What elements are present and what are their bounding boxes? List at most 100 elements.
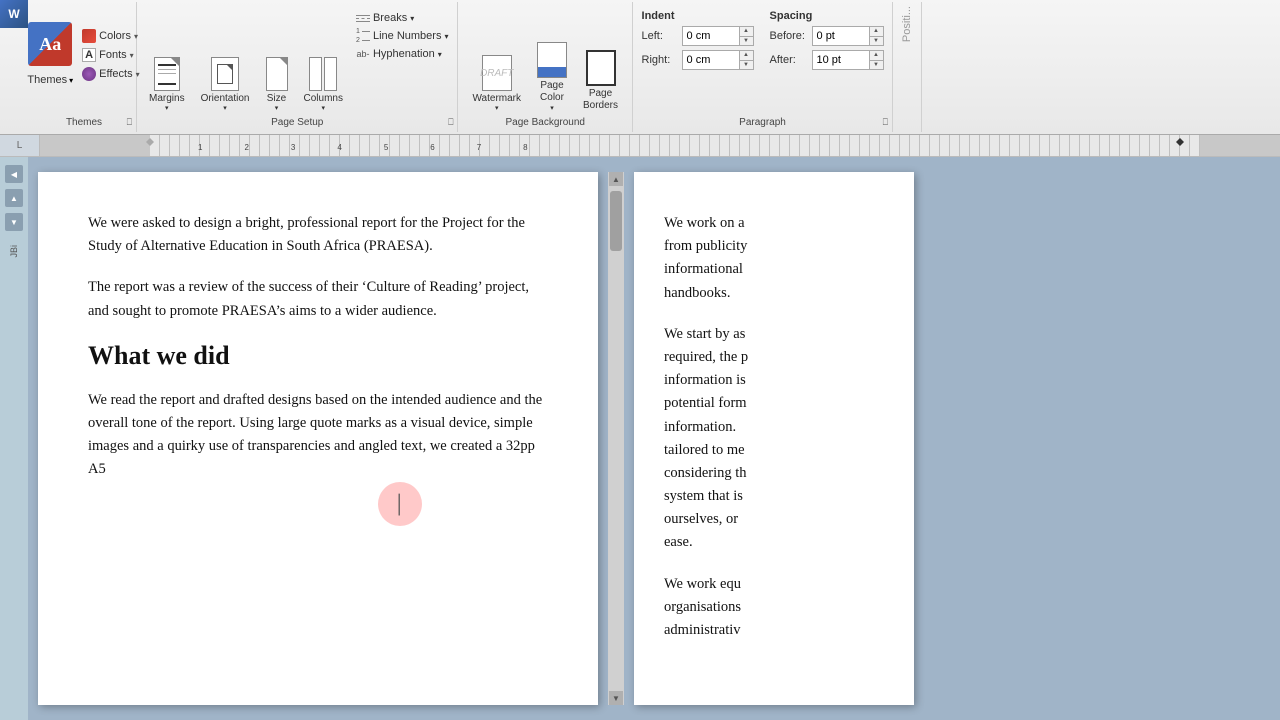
jbi-label: JBi [9, 245, 19, 258]
columns-icon [309, 57, 337, 91]
indent-right-up[interactable]: ▲ [740, 51, 753, 61]
sidebar-btn-2[interactable]: ▲ [5, 189, 23, 207]
scroll-track[interactable] [610, 186, 622, 691]
page-background-group: DRAFT Watermark ▾ PageColor ▾ PageBorder… [458, 2, 633, 132]
scroll-thumb[interactable] [610, 191, 622, 251]
line-numbers-icon: 1 2 [356, 29, 370, 43]
text-cursor-icon: │ [394, 494, 405, 515]
indent-left-down[interactable]: ▼ [740, 37, 753, 46]
para-3: We read the report and drafted designs b… [88, 389, 548, 482]
line-numbers-label: Line Numbers [373, 30, 441, 42]
hyphenation-button[interactable]: ab- Hyphenation ▾ [353, 46, 452, 62]
hyphenation-label: Hyphenation [373, 48, 435, 60]
ruler-bar: L 1 2 3 4 5 6 7 8 [0, 135, 1280, 157]
indent-left-up[interactable]: ▲ [740, 27, 753, 37]
document-container: We were asked to design a bright, profes… [28, 157, 1280, 720]
orientation-chevron: ▾ [223, 104, 227, 112]
page-color-icon [537, 42, 567, 78]
page2-para2: We start by as required, the p informati… [664, 323, 884, 555]
spacing-before-down[interactable]: ▼ [870, 37, 883, 46]
para-2: The report was a review of the success o… [88, 276, 548, 322]
position-label: Positi... [901, 6, 913, 42]
document-page-1[interactable]: We were asked to design a bright, profes… [38, 172, 598, 705]
themes-group-label: Themes [32, 117, 136, 128]
size-chevron: ▾ [275, 104, 279, 112]
page-setup-label: Page Setup [137, 117, 457, 128]
left-sidebar: ◀ ▲ ▼ JBi [0, 157, 28, 720]
cursor-indicator: │ [378, 482, 422, 526]
orientation-icon [211, 57, 239, 91]
fonts-label: Fonts [99, 49, 127, 61]
fonts-chevron: ▾ [130, 51, 134, 60]
indent-right-value: 0 cm [683, 54, 711, 66]
paragraph-group-label: Paragraph [633, 117, 892, 128]
colors-button[interactable]: Colors ▾ [79, 28, 142, 44]
themes-button[interactable]: Aa Themes ▾ [25, 20, 75, 88]
line-numbers-button[interactable]: 1 2 Line Numbers ▾ [353, 28, 452, 44]
page2-para3: We work equ organisations administrativ [664, 573, 884, 643]
line-numbers-chevron: ▾ [444, 32, 448, 41]
orientation-button[interactable]: Orientation ▾ [195, 55, 256, 114]
size-label: Size [267, 93, 286, 104]
breaks-icon [356, 11, 370, 25]
scroll-up-button[interactable]: ▲ [609, 172, 623, 186]
spacing-after-down[interactable]: ▼ [870, 61, 883, 70]
watermark-icon: DRAFT [482, 55, 512, 91]
spacing-before-value: 0 pt [813, 30, 835, 42]
position-group: Positi... [893, 2, 922, 132]
breaks-chevron: ▾ [410, 14, 414, 23]
spacing-before-label: Before: [770, 30, 808, 42]
watermark-label: Watermark [472, 93, 521, 104]
indent-right-label: Right: [642, 54, 678, 66]
page2-para1-line4: handbooks. [664, 285, 730, 301]
columns-button[interactable]: Columns ▾ [298, 55, 349, 114]
document-page-2[interactable]: We work on a from publicity informationa… [634, 172, 914, 705]
page2-para1: We work on a from publicity informationa… [664, 212, 884, 305]
page-background-group-label: Page Background [458, 117, 632, 128]
colors-icon [82, 29, 96, 43]
app-corner: W [0, 0, 28, 28]
para-1: We were asked to design a bright, profes… [88, 212, 548, 258]
themes-group: Aa Themes ▾ Colors ▾ A Fonts ▾ [32, 2, 137, 132]
margins-label: Margins [149, 93, 185, 104]
scroll-down-button[interactable]: ▼ [609, 691, 623, 705]
columns-chevron: ▾ [321, 104, 325, 112]
colors-label: Colors [99, 30, 131, 42]
fonts-icon: A [82, 48, 96, 62]
spacing-after-label: After: [770, 54, 808, 66]
page2-para1-line3: informational [664, 261, 743, 277]
page-setup-group: Margins ▾ Orientation ▾ Size ▾ [137, 2, 458, 132]
page-setup-expand-icon[interactable]: ⎕ [448, 117, 453, 128]
page2-para1-line2: from publicity [664, 238, 747, 254]
watermark-chevron: ▾ [495, 104, 499, 112]
main-area: ◀ ▲ ▼ JBi We were asked to design a brig… [0, 157, 1280, 720]
page-color-button[interactable]: PageColor ▾ [531, 40, 573, 114]
sidebar-btn-3[interactable]: ▼ [5, 213, 23, 231]
heading-1: What we did [88, 341, 548, 371]
sidebar-btn-1[interactable]: ◀ [5, 165, 23, 183]
spacing-before-up[interactable]: ▲ [870, 27, 883, 37]
watermark-button[interactable]: DRAFT Watermark ▾ [466, 53, 527, 114]
ruler-corner[interactable]: L [0, 135, 40, 157]
size-button[interactable]: Size ▾ [260, 55, 294, 114]
themes-label: Themes [27, 74, 67, 86]
page-borders-button[interactable]: PageBorders [577, 48, 624, 114]
breaks-button[interactable]: Breaks ▾ [353, 10, 452, 26]
app-corner-label: W [8, 7, 19, 21]
indent-right-down[interactable]: ▼ [740, 61, 753, 70]
spacing-label: Spacing [770, 10, 884, 22]
margins-chevron: ▾ [165, 104, 169, 112]
spacing-after-up[interactable]: ▲ [870, 51, 883, 61]
right-scrollbar[interactable]: ▲ ▼ [608, 172, 624, 705]
indent-left-value: 0 cm [683, 30, 711, 42]
columns-label: Columns [304, 93, 343, 104]
ribbon: W Aa Themes ▾ Color [0, 0, 1280, 135]
size-icon [266, 57, 288, 91]
effects-button[interactable]: Effects ▾ [79, 66, 142, 82]
paragraph-expand-icon[interactable]: ⎕ [883, 117, 888, 128]
themes-expand-icon[interactable]: ⎕ [127, 117, 132, 128]
fonts-button[interactable]: A Fonts ▾ [79, 47, 142, 63]
margins-button[interactable]: Margins ▾ [143, 55, 191, 114]
margins-icon [154, 57, 180, 91]
spacing-after-value: 10 pt [813, 54, 841, 66]
